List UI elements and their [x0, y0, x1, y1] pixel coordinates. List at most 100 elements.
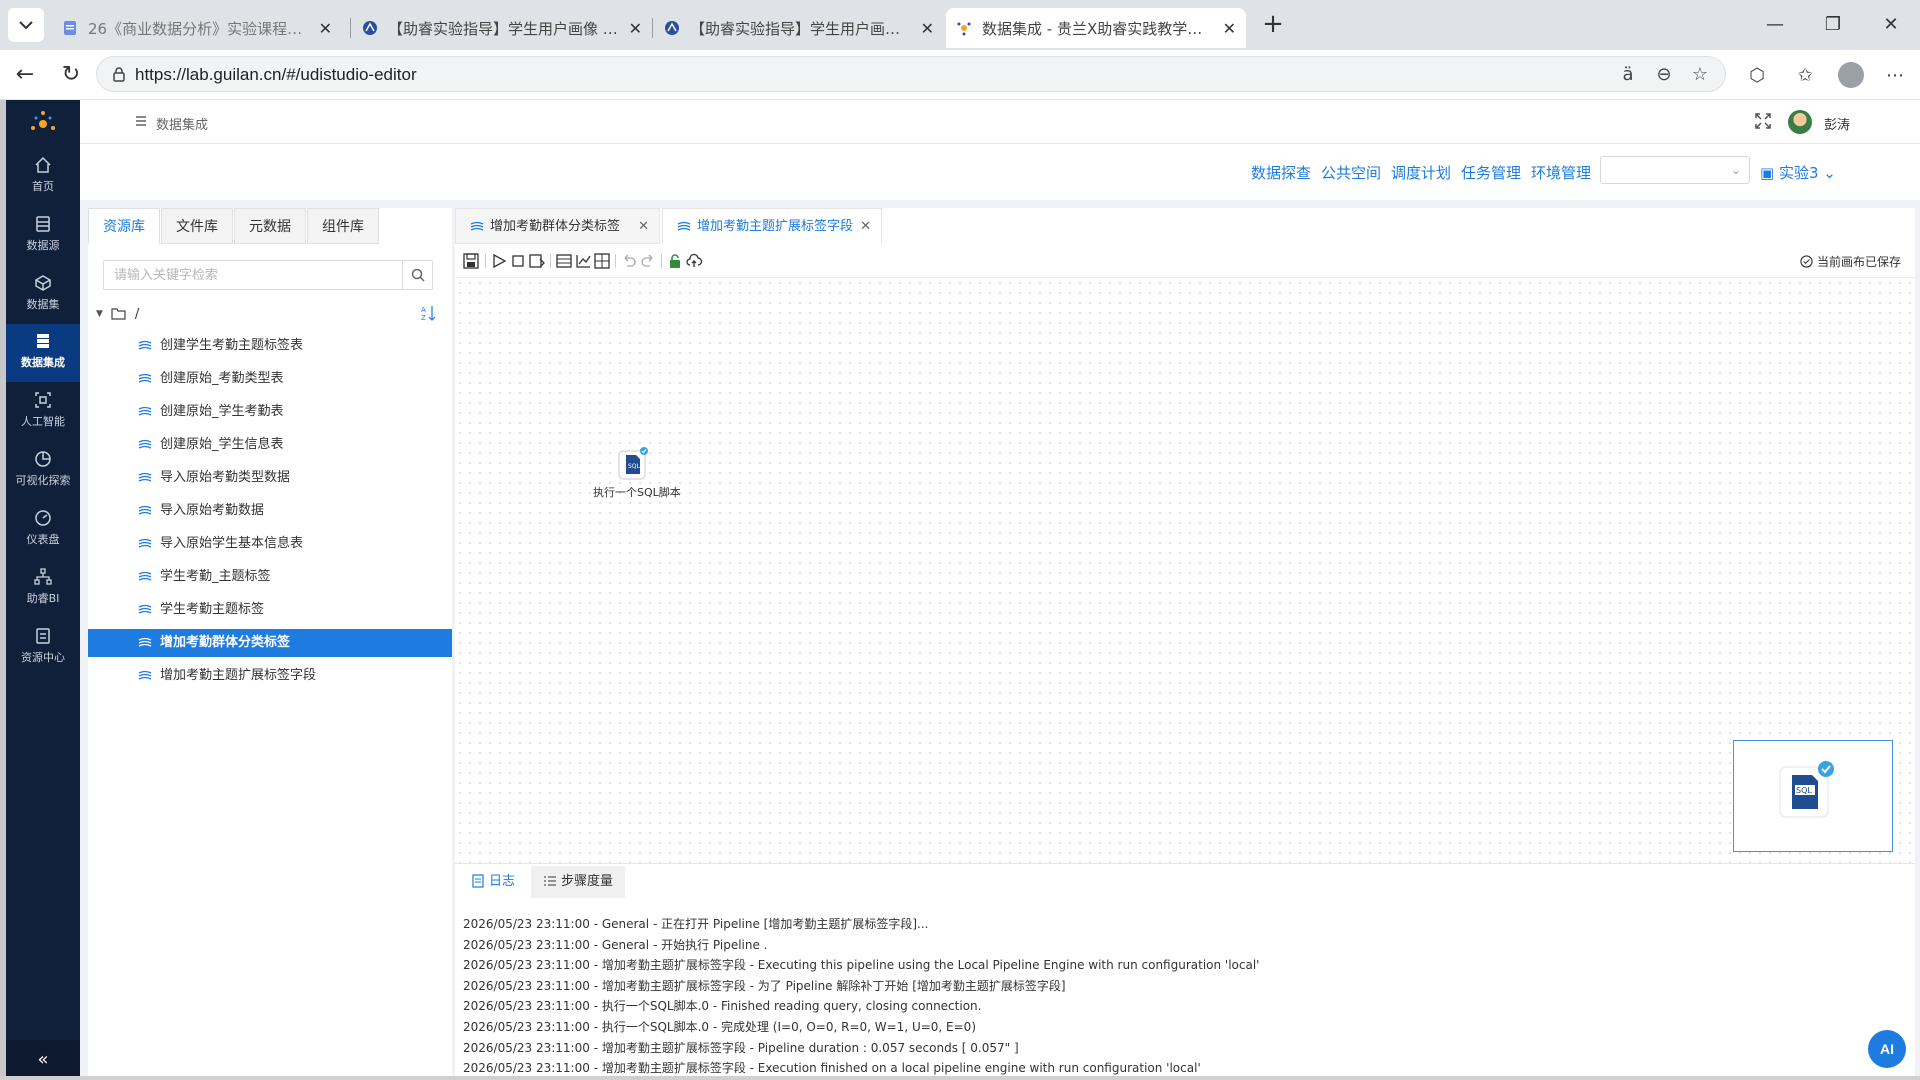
username[interactable]: 彭涛	[1824, 114, 1850, 133]
avatar[interactable]	[1788, 110, 1812, 134]
redo-icon[interactable]	[640, 253, 656, 269]
tree-item[interactable]: 学生考勤_主题标签	[88, 563, 452, 591]
tab-step-metrics[interactable]: 步骤度量	[531, 866, 626, 898]
link-data-explore[interactable]: 数据探查	[1251, 162, 1311, 183]
grid-icon[interactable]	[594, 253, 610, 269]
browser-tab-guide-1[interactable]: 【助睿实验指导】学生用户画像 - 学生考勤 ✕	[352, 8, 652, 48]
tree-item[interactable]: 导入原始考勤类型数据	[88, 464, 452, 492]
tab-log[interactable]: 日志	[459, 866, 528, 898]
undo-icon[interactable]	[621, 253, 637, 269]
back-arrow-icon[interactable]: ←	[10, 60, 40, 90]
tree-item[interactable]: 增加考勤群体分类标签	[88, 629, 452, 657]
tree-item[interactable]: 创建原始_考勤类型表	[88, 365, 452, 393]
tree-item[interactable]: 创建原始_学生信息表	[88, 431, 452, 459]
browser-tab-guide-2[interactable]: 【助睿实验指导】学生用户画像 - 学生考勤 ✕	[654, 8, 944, 48]
favorite-star-icon[interactable]: ☆	[1689, 63, 1711, 85]
pipeline-icon	[138, 505, 152, 515]
tab-component-library[interactable]: 组件库	[307, 208, 379, 244]
fullscreen-icon[interactable]	[1754, 112, 1772, 130]
sidebar-item-datasource[interactable]: 数据源	[6, 207, 80, 265]
favorites-list-icon[interactable]: ✩	[1794, 64, 1816, 86]
close-tab-icon[interactable]: ✕	[1223, 19, 1236, 38]
sidebar-item-dashboard[interactable]: 仪表盘	[6, 501, 80, 559]
close-tab-icon[interactable]: ✕	[921, 19, 934, 38]
sidebar-item-visual-explore[interactable]: 可视化探索	[6, 442, 80, 500]
horizontal-scrollbar[interactable]	[0, 1076, 1920, 1080]
tree-item[interactable]: 学生考勤主题标签	[88, 596, 452, 624]
browser-tab-title: 【助睿实验指导】学生用户画像 - 学生考勤	[388, 19, 621, 38]
new-tab-button[interactable]: +	[1258, 10, 1288, 40]
close-tab-icon[interactable]: ✕	[860, 209, 871, 245]
ai-assistant-button[interactable]: AI	[1868, 1030, 1906, 1068]
link-task-management[interactable]: 任务管理	[1461, 162, 1521, 183]
sidebar-item-resource[interactable]: 资源中心	[6, 619, 80, 677]
table-icon[interactable]	[556, 253, 572, 269]
link-schedule-plan[interactable]: 调度计划	[1391, 162, 1451, 183]
pipeline-canvas[interactable]: SQL 执行一个SQL脚本 SQL	[455, 278, 1915, 863]
tree-item[interactable]: 创建学生考勤主题标签表	[88, 332, 452, 360]
tab-metadata[interactable]: 元数据	[234, 208, 306, 244]
integration-icon	[37, 334, 49, 348]
tree-item[interactable]: 导入原始考勤数据	[88, 497, 452, 525]
sidebar-item-label: 首页	[32, 180, 54, 193]
guilan-logo-icon	[665, 21, 679, 35]
save-icon[interactable]	[463, 253, 479, 269]
tree-item[interactable]: 增加考勤主题扩展标签字段	[88, 662, 452, 690]
menu-icon[interactable]	[134, 114, 148, 128]
editor-tab-group-tag[interactable]: 增加考勤群体分类标签 ✕	[455, 208, 660, 244]
browser-tab-course-doc[interactable]: 26《商业数据分析》实验课程资料 ✕	[52, 8, 342, 48]
restore-icon[interactable]: ❐	[1818, 10, 1848, 40]
url-field[interactable]: https://lab.guilan.cn/#/udistudio-editor…	[96, 56, 1726, 92]
sort-az-icon[interactable]: AZ	[420, 304, 436, 322]
app-root: 首页 数据源 数据集 数据集成 人工智能 可视化探索 仪表盘 助睿BI 资源中心…	[0, 100, 1920, 1080]
tab-file-library[interactable]: 文件库	[161, 208, 233, 244]
translate-icon[interactable]: ä	[1617, 63, 1639, 85]
tree-item[interactable]: 创建原始_学生考勤表	[88, 398, 452, 426]
preview-icon[interactable]	[529, 253, 545, 269]
cloud-upload-icon[interactable]	[686, 253, 702, 269]
link-env-management[interactable]: 环境管理	[1531, 162, 1591, 183]
sidebar-item-label: 资源中心	[21, 651, 65, 664]
search-button[interactable]	[402, 261, 432, 289]
canvas-minimap[interactable]: SQL	[1733, 740, 1893, 852]
chart-icon[interactable]	[575, 253, 591, 269]
tab-resource-library[interactable]: 资源库	[88, 208, 160, 244]
sidebar-item-ai[interactable]: 人工智能	[6, 383, 80, 441]
editor-tab-extension-field[interactable]: 增加考勤主题扩展标签字段 ✕	[662, 208, 882, 244]
zoom-out-icon[interactable]: ⊖	[1653, 63, 1675, 85]
resource-icon	[36, 628, 50, 644]
more-menu-icon[interactable]: ⋯	[1884, 64, 1906, 86]
lock-icon[interactable]	[667, 253, 683, 269]
search-box	[103, 260, 433, 290]
close-tab-icon[interactable]: ✕	[638, 209, 649, 245]
profile-avatar-icon[interactable]	[1838, 62, 1864, 88]
tree-root[interactable]: ▼ /	[96, 304, 139, 324]
experiment-selector[interactable]: ▣ 实验3 ⌄	[1760, 162, 1836, 183]
toolbar-divider	[550, 254, 551, 268]
extensions-icon[interactable]: ⬡	[1746, 64, 1768, 86]
browser-tab-active[interactable]: 数据集成 - 贵兰X助睿实践教学平台 ✕	[946, 8, 1246, 48]
pipeline-icon	[138, 538, 152, 548]
svg-text:SQL: SQL	[628, 463, 641, 470]
tree-item[interactable]: 导入原始学生基本信息表	[88, 530, 452, 558]
run-icon[interactable]	[491, 253, 507, 269]
close-window-icon[interactable]: ✕	[1876, 10, 1906, 40]
close-tab-icon[interactable]: ✕	[629, 19, 642, 38]
link-public-space[interactable]: 公共空间	[1321, 162, 1381, 183]
sql-script-node[interactable]: SQL	[618, 446, 648, 480]
environment-select[interactable]: ⌄	[1600, 156, 1750, 184]
sidebar-item-integration[interactable]: 数据集成	[6, 324, 80, 382]
refresh-icon[interactable]: ↻	[56, 60, 86, 90]
sidebar-collapse-button[interactable]: «	[6, 1040, 80, 1080]
sidebar-item-bi[interactable]: 助睿BI	[6, 560, 80, 618]
close-tab-icon[interactable]: ✕	[319, 19, 332, 38]
sidebar-item-home[interactable]: 首页	[6, 148, 80, 206]
tab-list-dropdown-button[interactable]	[8, 8, 44, 42]
pipeline-icon	[138, 604, 152, 614]
sidebar-item-dataset[interactable]: 数据集	[6, 266, 80, 324]
stop-icon[interactable]	[510, 253, 526, 269]
minimize-icon[interactable]: —	[1760, 10, 1790, 40]
caret-down-icon[interactable]: ▼	[96, 309, 103, 319]
sidebar-item-label: 助睿BI	[26, 592, 60, 605]
search-input[interactable]	[104, 261, 404, 289]
